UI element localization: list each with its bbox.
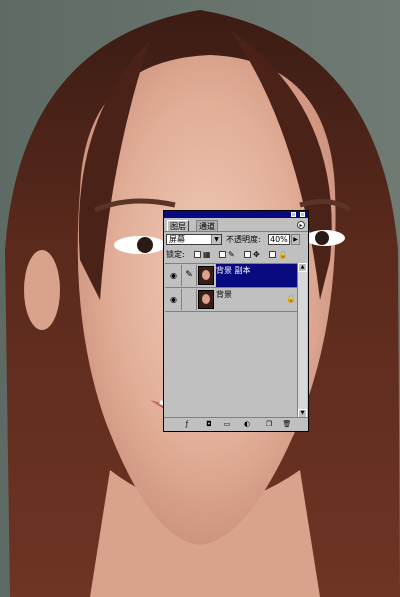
blend-mode-value: 屏幕: [169, 235, 185, 244]
eye-icon[interactable]: ◉: [166, 289, 182, 310]
lock-all-checkbox[interactable]: [269, 251, 276, 258]
scroll-up-icon[interactable]: ▲: [298, 263, 307, 272]
minimize-button[interactable]: [291, 212, 296, 217]
opacity-label: 不透明度:: [226, 235, 261, 244]
layers-panel: 图层 通道 ▸ 屏幕 ▼ 不透明度: 40% ▶ 锁定: ▦ ✎ ✥ 🔒 ◉ ✎: [163, 210, 309, 432]
lock-row: 锁定: ▦ ✎ ✥ 🔒: [166, 249, 306, 261]
panel-menu-arrow-icon[interactable]: ▸: [297, 221, 305, 229]
lock-icon: 🔒: [286, 294, 296, 303]
tab-layers[interactable]: 图层: [167, 220, 189, 231]
adjustment-layer-icon[interactable]: ◐: [242, 420, 252, 429]
move-icon: ✥: [253, 250, 260, 259]
layer-name: 背景: [216, 290, 232, 299]
lock-position-checkbox[interactable]: [244, 251, 251, 258]
layer-thumbnail: [198, 266, 214, 285]
blend-opacity-row: 屏幕 ▼ 不透明度: 40% ▶: [166, 234, 306, 246]
eye-icon[interactable]: ◉: [166, 265, 182, 286]
brush-icon[interactable]: ✎: [182, 265, 197, 286]
layer-thumbnail: [198, 290, 214, 309]
lock-transparency-checkbox[interactable]: [194, 251, 201, 258]
layer-name-area[interactable]: 背景 副本: [216, 264, 298, 287]
lock-icon: 🔒: [278, 250, 288, 259]
tab-channels[interactable]: 通道: [196, 220, 218, 231]
transparency-icon: ▦: [203, 250, 211, 259]
link-slot[interactable]: [182, 289, 197, 310]
trash-icon[interactable]: 🗑: [282, 420, 292, 429]
opacity-slider-button[interactable]: ▶: [291, 234, 300, 245]
blend-mode-select[interactable]: 屏幕 ▼: [166, 234, 222, 245]
panel-bottom-toolbar: ƒ ◘ ▭ ◐ ❐ 🗑: [164, 417, 308, 431]
lock-image-checkbox[interactable]: [219, 251, 226, 258]
lock-label: 锁定:: [166, 250, 185, 259]
layer-row-background[interactable]: ◉ 背景 🔒: [165, 288, 298, 312]
layer-mask-icon[interactable]: ◘: [204, 420, 214, 429]
layer-name: 背景 副本: [216, 266, 251, 275]
opacity-input[interactable]: 40%: [268, 234, 290, 245]
panel-titlebar[interactable]: [164, 211, 308, 218]
new-set-icon[interactable]: ▭: [222, 420, 232, 429]
layer-row-background-copy[interactable]: ◉ ✎ 背景 副本: [165, 264, 298, 288]
layers-list: ◉ ✎ 背景 副本 ◉ 背景 🔒: [165, 263, 298, 419]
close-button[interactable]: [300, 212, 305, 217]
brush-icon: ✎: [228, 250, 235, 259]
layer-style-icon[interactable]: ƒ: [182, 420, 192, 429]
panel-tabs: 图层 通道 ▸: [164, 219, 308, 232]
layer-name-area[interactable]: 背景 🔒: [216, 288, 298, 311]
vertical-scrollbar[interactable]: ▲ ▼: [297, 263, 307, 418]
chevron-down-icon: ▼: [211, 235, 221, 244]
new-layer-icon[interactable]: ❐: [264, 420, 274, 429]
